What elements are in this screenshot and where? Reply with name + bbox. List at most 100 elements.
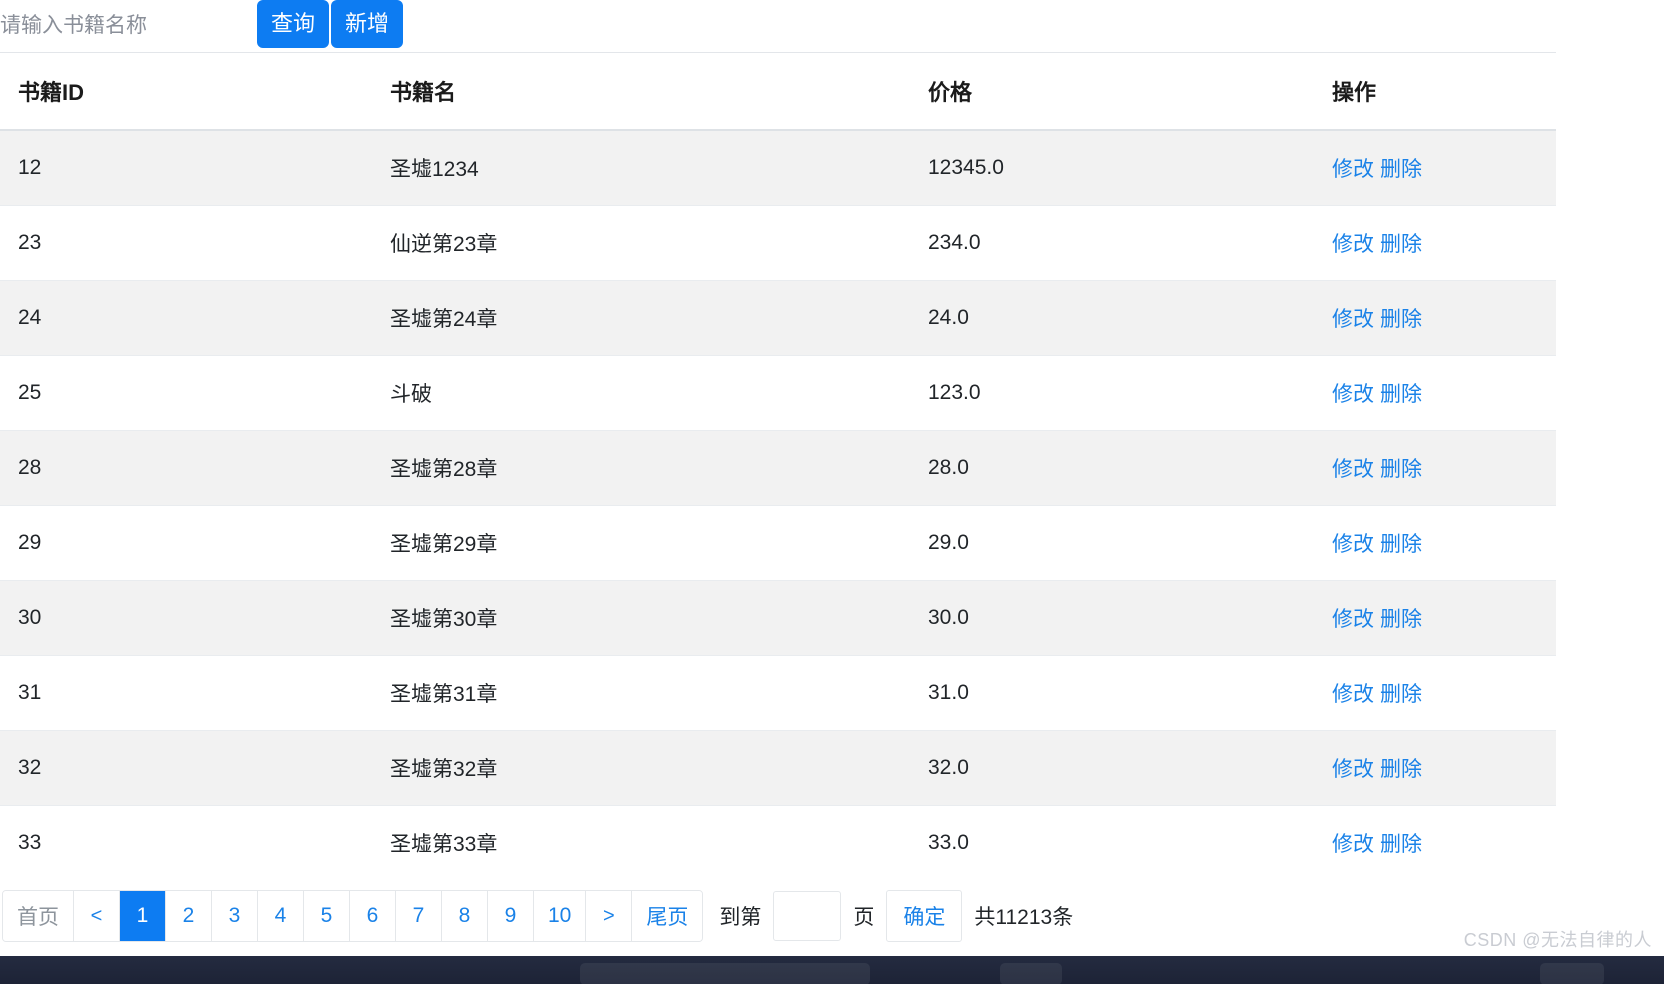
cell-book-name: 圣墟第29章: [390, 505, 928, 581]
edit-link[interactable]: 修改: [1332, 383, 1374, 406]
cell-book-id: 25: [0, 355, 390, 431]
cell-book-name: 斗破: [390, 355, 928, 431]
table-row: 31 圣墟第31章 31.0 修改 删除: [0, 655, 1556, 731]
cell-book-id: 12: [0, 129, 390, 206]
table-row: 33 圣墟第33章 33.0 修改 删除: [0, 805, 1556, 880]
pager: 首页 <1 2 3 4 5 6 7 8 9 10 > 尾页: [2, 890, 704, 942]
delete-link[interactable]: 删除: [1380, 758, 1422, 781]
pager-page-9[interactable]: 9: [488, 891, 534, 941]
query-button[interactable]: 查询: [257, 0, 330, 48]
delete-link[interactable]: 删除: [1380, 308, 1422, 331]
cell-price: 33.0: [928, 805, 1332, 880]
os-taskbar[interactable]: [0, 956, 1664, 984]
table-body: 12 圣墟1234 12345.0 修改 删除 23 仙逆第23章 234.0 修改 删除 24 圣墟…: [0, 129, 1556, 880]
pager-page-2[interactable]: 2: [166, 891, 212, 941]
edit-link[interactable]: 修改: [1332, 833, 1374, 856]
pager-page-4[interactable]: 4: [258, 891, 304, 941]
edit-link[interactable]: 修改: [1332, 608, 1374, 631]
edit-link[interactable]: 修改: [1332, 758, 1374, 781]
table-row: 29 圣墟第29章 29.0 修改 删除: [0, 505, 1556, 581]
cell-price: 28.0: [928, 430, 1332, 506]
table-header-row: 书籍ID 书籍名 价格 操作: [0, 53, 1556, 131]
delete-link[interactable]: 删除: [1380, 233, 1422, 256]
app-root: 查询 新增 书籍ID 书籍名 价格 操作 12圣墟123412345.0修改删除…: [0, 0, 1664, 984]
table-row: 32 圣墟第32章 32.0 修改 删除: [0, 730, 1556, 806]
pagination-bar: 首页 <1 2 3 4 5 6 7 8 9 10 > 尾页 到第 页 确定 共11213条: [0, 890, 1664, 942]
delete-link[interactable]: 删除: [1380, 533, 1422, 556]
pager-page-5[interactable]: 5: [304, 891, 350, 941]
cell-operations: 修改 删除: [1332, 655, 1556, 731]
cell-book-id: 29: [0, 505, 390, 581]
delete-link[interactable]: 删除: [1380, 158, 1422, 181]
edit-link[interactable]: 修改: [1332, 158, 1374, 181]
cell-book-name: 圣墟第28章: [390, 430, 928, 506]
table-row: 28 圣墟第28章 28.0 修改 删除: [0, 430, 1556, 506]
cell-book-name: 圣墟第31章: [390, 655, 928, 731]
cell-book-name: 圣墟第32章: [390, 730, 928, 806]
cell-book-name: 仙逆第23章: [390, 205, 928, 281]
column-header-operations: 操作: [1332, 53, 1556, 131]
cell-book-id: 31: [0, 655, 390, 731]
table-row: 25 斗破 123.0 修改 删除: [0, 355, 1556, 431]
edit-link[interactable]: 修改: [1332, 233, 1374, 256]
cell-operations: 修改 删除: [1332, 430, 1556, 506]
cell-operations: 修改 删除: [1332, 280, 1556, 356]
cell-price: 30.0: [928, 580, 1332, 656]
cell-book-name: 圣墟第30章: [390, 580, 928, 656]
edit-link[interactable]: 修改: [1332, 458, 1374, 481]
cell-book-id: 33: [0, 805, 390, 880]
delete-link[interactable]: 删除: [1380, 683, 1422, 706]
search-input[interactable]: [0, 2, 258, 50]
cell-price: 12345.0: [928, 129, 1332, 206]
taskbar-item-1[interactable]: [580, 963, 870, 984]
edit-link[interactable]: 修改: [1332, 533, 1374, 556]
pager-page-8[interactable]: 8: [442, 891, 488, 941]
cell-book-id: 24: [0, 280, 390, 356]
delete-link[interactable]: 删除: [1380, 383, 1422, 406]
cell-price: 123.0: [928, 355, 1332, 431]
cell-book-id: 23: [0, 205, 390, 281]
cell-operations: 修改 删除: [1332, 730, 1556, 806]
pager-page-3[interactable]: 3: [212, 891, 258, 941]
cell-price: 29.0: [928, 505, 1332, 581]
cell-price: 24.0: [928, 280, 1332, 356]
table-row: 24 圣墟第24章 24.0 修改 删除: [0, 280, 1556, 356]
add-button[interactable]: 新增: [331, 0, 404, 48]
table-row: 23 仙逆第23章 234.0 修改 删除: [0, 205, 1556, 281]
pager-page-10[interactable]: 10: [534, 891, 587, 941]
cell-operations: 修改 删除: [1332, 205, 1556, 281]
pager-page-1[interactable]: 1: [120, 891, 166, 941]
jump-suffix-label: 页: [853, 906, 875, 929]
toolbar: 查询 新增: [0, 0, 1664, 52]
cell-book-id: 28: [0, 430, 390, 506]
taskbar-item-3[interactable]: [1540, 963, 1604, 984]
pager-last-page[interactable]: 尾页: [632, 891, 703, 941]
delete-link[interactable]: 删除: [1380, 833, 1422, 856]
cell-operations: 修改 删除: [1332, 580, 1556, 656]
cell-book-id: 30: [0, 580, 390, 656]
taskbar-item-2[interactable]: [1000, 963, 1062, 984]
table-head: 书籍ID 书籍名 价格 操作: [0, 53, 1556, 131]
pager-next-page[interactable]: >: [586, 891, 633, 941]
column-header-book-id: 书籍ID: [0, 53, 390, 131]
jump-page-input[interactable]: [773, 891, 842, 941]
cell-book-name: 圣墟第33章: [390, 805, 928, 880]
total-count-label: 共11213条: [974, 906, 1074, 929]
cell-book-name: 圣墟1234: [390, 129, 928, 206]
cell-operations: 修改 删除: [1332, 805, 1556, 880]
cell-operations: 修改 删除: [1332, 355, 1556, 431]
book-table: 书籍ID 书籍名 价格 操作 12 圣墟1234 12345.0 修改 删除 23 仙逆第2…: [0, 53, 1556, 880]
delete-link[interactable]: 删除: [1380, 458, 1422, 481]
book-table-container: 书籍ID 书籍名 价格 操作 12 圣墟1234 12345.0 修改 删除 23 仙逆第2…: [0, 52, 1556, 880]
confirm-jump-button[interactable]: 确定: [886, 890, 963, 942]
cell-operations: 修改 删除: [1332, 129, 1556, 206]
cell-price: 234.0: [928, 205, 1332, 281]
toolbar-button-group: 查询 新增: [257, 0, 404, 48]
delete-link[interactable]: 删除: [1380, 608, 1422, 631]
edit-link[interactable]: 修改: [1332, 308, 1374, 331]
cell-book-name: 圣墟第24章: [390, 280, 928, 356]
edit-link[interactable]: 修改: [1332, 683, 1374, 706]
pager-page-6[interactable]: 6: [350, 891, 396, 941]
pager-page-7[interactable]: 7: [396, 891, 442, 941]
pager-prev-page[interactable]: <: [74, 891, 120, 941]
